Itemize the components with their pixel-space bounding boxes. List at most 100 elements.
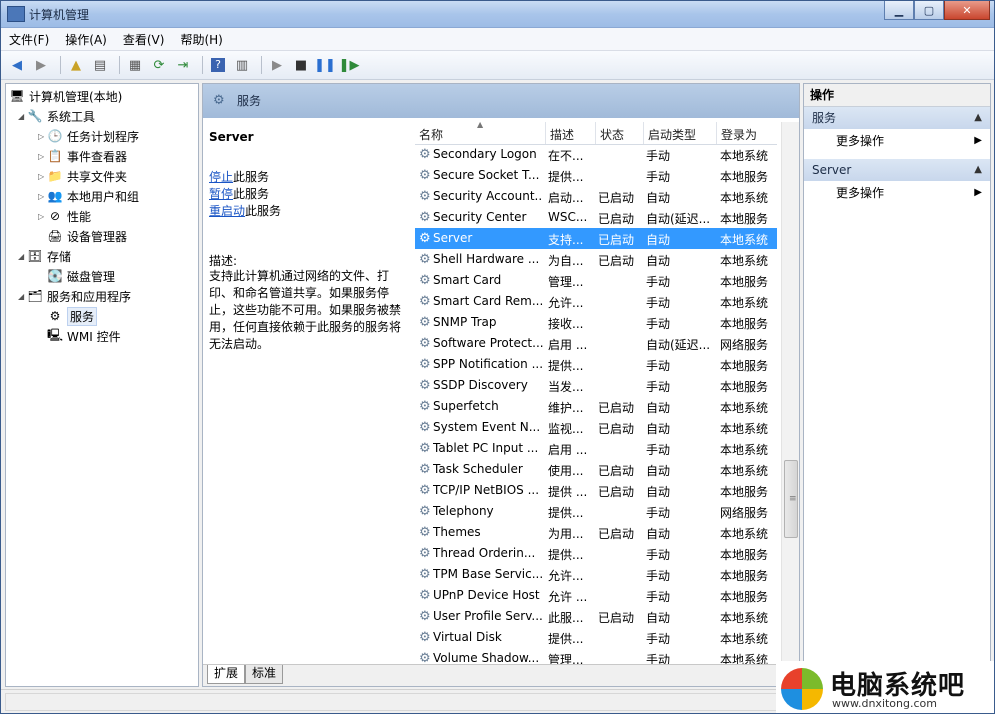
tree-item-device-manager[interactable]: 🖨 设备管理器	[47, 226, 127, 246]
table-row[interactable]: ⚙ SSDP Discovery 当发... 手动 本地服务	[415, 375, 777, 396]
tree-item-disk-management[interactable]: 💽 磁盘管理	[48, 266, 115, 286]
column-headers: 名称 ▲ 描述 状态 启动类型 登录为	[415, 120, 777, 145]
gear-icon: ⚙	[419, 546, 431, 561]
table-row[interactable]: ⚙ UPnP Device Host 允许 ... 手动 本地服务	[415, 585, 777, 606]
table-row[interactable]: ⚙ Tablet PC Input ... 启用 ... 手动 本地系统	[415, 438, 777, 459]
table-row[interactable]: ⚙ Smart Card Rem... 允许... 手动 本地系统	[415, 291, 777, 312]
show-hide-action-pane-button[interactable]: ▥	[232, 55, 252, 75]
show-hide-tree-button[interactable]: ▤	[90, 55, 110, 75]
back-button[interactable]: ◀	[7, 55, 27, 75]
minimize-button[interactable]: ▁	[884, 1, 914, 20]
table-row[interactable]: ⚙ Thread Orderin... 提供... 手动 本地服务	[415, 543, 777, 564]
service-name: Security Account...	[433, 189, 543, 203]
table-row[interactable]: ⚙ System Event N... 监视... 已启动 自动 本地系统	[415, 417, 777, 438]
stop-link[interactable]: 停止	[209, 170, 233, 184]
table-row[interactable]: ⚙ Shell Hardware ... 为自... 已启动 自动 本地系统	[415, 249, 777, 270]
tree-item-shared-folders[interactable]: ▷ 📁 共享文件夹	[38, 166, 127, 186]
tree-label: 服务和应用程序	[47, 289, 132, 304]
link-suffix: 此服务	[233, 170, 270, 184]
expand-icon[interactable]: ▷	[38, 192, 48, 201]
column-separator[interactable]	[595, 122, 596, 144]
properties-button[interactable]: ▦	[125, 55, 145, 75]
menu-file[interactable]: 文件(F)	[9, 31, 49, 48]
close-button[interactable]: ✕	[944, 1, 990, 20]
service-name: Tablet PC Input ...	[433, 441, 539, 455]
table-row[interactable]: ⚙ SPP Notification ... 提供... 手动 本地服务	[415, 354, 777, 375]
column-header-logon[interactable]: 登录为	[721, 126, 757, 143]
restart-link[interactable]: 重启动	[209, 204, 245, 218]
forward-button[interactable]: ▶	[31, 55, 51, 75]
up-level-button[interactable]: ▲	[66, 55, 86, 75]
expand-icon[interactable]: ▷	[38, 152, 48, 161]
tree-item-root[interactable]: 🖥 计算机管理(本地)	[9, 86, 122, 106]
column-separator[interactable]	[716, 122, 717, 144]
restart-service-button[interactable]: ❚▶	[339, 55, 360, 75]
column-header-desc[interactable]: 描述	[550, 126, 574, 143]
service-startup-type: 自动	[646, 464, 671, 478]
collapse-icon[interactable]: ◢	[18, 112, 28, 121]
pause-link[interactable]: 暂停	[209, 187, 233, 201]
table-row[interactable]: ⚙ Task Scheduler 使用... 已启动 自动 本地系统	[415, 459, 777, 480]
menu-help[interactable]: 帮助(H)	[180, 31, 222, 48]
column-header-status[interactable]: 状态	[600, 126, 624, 143]
maximize-button[interactable]: ▢	[914, 1, 944, 20]
table-row[interactable]: ⚙ User Profile Serv... 此服... 已启动 自动 本地系统	[415, 606, 777, 627]
table-row[interactable]: ⚙ Secure Socket T... 提供... 手动 本地服务	[415, 165, 777, 186]
table-row[interactable]: ⚙ TPM Base Servic... 允许... 手动 本地服务	[415, 564, 777, 585]
actions-section-server[interactable]: Server ▲	[804, 159, 990, 181]
actions-section-services[interactable]: 服务 ▲	[804, 107, 990, 129]
start-service-button[interactable]: ▶	[267, 55, 287, 75]
gear-icon: ⚙	[419, 399, 431, 414]
expand-icon[interactable]: ▷	[38, 132, 48, 141]
table-row[interactable]: ⚙ TCP/IP NetBIOS ... 提供 ... 已启动 自动 本地服务	[415, 480, 777, 501]
table-row[interactable]: ⚙ Telephony 提供... 手动 网络服务	[415, 501, 777, 522]
export-list-button[interactable]: ⇥	[173, 55, 193, 75]
tree-item-event-viewer[interactable]: ▷ 📋 事件查看器	[38, 146, 127, 166]
tree-item-performance[interactable]: ▷ ⊘ 性能	[38, 206, 91, 226]
table-row[interactable]: ⚙ Security Center WSC... 已启动 自动(延迟... 本地服务	[415, 207, 777, 228]
tree-item-storage[interactable]: ◢ 🗄 存储	[18, 246, 71, 266]
stop-service-button[interactable]: ■	[291, 55, 311, 75]
table-row[interactable]: ⚙ Security Account... 启动... 已启动 自动 本地系统	[415, 186, 777, 207]
more-actions-item[interactable]: 更多操作 ▶	[804, 181, 990, 205]
tree-item-wmi[interactable]: 🖳 WMI 控件	[47, 326, 121, 346]
tree-item-local-users[interactable]: ▷ 👥 本地用户和组	[38, 186, 139, 206]
expand-icon[interactable]: ▷	[38, 172, 48, 181]
table-row[interactable]: ⚙ SNMP Trap 接收... 手动 本地服务	[415, 312, 777, 333]
column-header-startup[interactable]: 启动类型	[648, 126, 696, 143]
table-row[interactable]: ⚙ Virtual Disk 提供... 手动 本地系统	[415, 627, 777, 648]
table-row[interactable]: ⚙ Superfetch 维护... 已启动 自动 本地系统	[415, 396, 777, 417]
gear-icon: ⚙	[419, 273, 431, 288]
vertical-scrollbar[interactable]: ≡	[781, 122, 799, 662]
help-button[interactable]: ?	[208, 55, 228, 75]
column-separator[interactable]	[643, 122, 644, 144]
table-row[interactable]: ⚙ Themes 为用... 已启动 自动 本地系统	[415, 522, 777, 543]
tree-item-services[interactable]: ⚙ 服务	[48, 306, 98, 326]
gear-icon: ⚙	[419, 189, 431, 204]
column-header-name[interactable]: 名称	[419, 126, 443, 143]
more-actions-item[interactable]: 更多操作 ▶	[804, 129, 990, 153]
service-name: SSDP Discovery	[433, 378, 528, 392]
table-row[interactable]: ⚙ Secondary Logon 在不... 手动 本地系统	[415, 144, 777, 165]
pause-service-button[interactable]: ❚❚	[314, 55, 336, 75]
expand-icon[interactable]: ▷	[38, 212, 48, 221]
service-startup-type: 手动	[646, 548, 671, 562]
scrollbar-thumb[interactable]: ≡	[784, 460, 798, 538]
computer-icon: 🖥	[9, 89, 25, 103]
tab-standard[interactable]: 标准	[245, 665, 284, 684]
service-name: Security Center	[433, 210, 527, 224]
tree-item-services-apps[interactable]: ◢ 🗂 服务和应用程序	[18, 286, 131, 306]
tree-item-task-scheduler[interactable]: ▷ 🕒 任务计划程序	[38, 126, 139, 146]
menu-action[interactable]: 操作(A)	[65, 31, 107, 48]
tree-item-system-tools[interactable]: ◢ 🔧 系统工具	[18, 106, 95, 126]
tab-extended[interactable]: 扩展	[207, 665, 246, 684]
table-row[interactable]: ⚙ Server 支持... 已启动 自动 本地系统	[415, 228, 777, 249]
title-bar[interactable]: 计算机管理 ▁ ▢ ✕	[1, 1, 994, 28]
computer-management-window: 计算机管理 ▁ ▢ ✕ 文件(F) 操作(A) 查看(V) 帮助(H) ◀ ▶ …	[0, 0, 995, 714]
menu-view[interactable]: 查看(V)	[123, 31, 165, 48]
table-row[interactable]: ⚙ Software Protect... 启用 ... 自动(延迟... 网络服务	[415, 333, 777, 354]
table-row[interactable]: ⚙ Smart Card 管理... 手动 本地服务	[415, 270, 777, 291]
tree-label: 事件查看器	[67, 149, 128, 164]
column-separator[interactable]	[545, 122, 546, 144]
refresh-button[interactable]: ⟳	[149, 55, 169, 75]
